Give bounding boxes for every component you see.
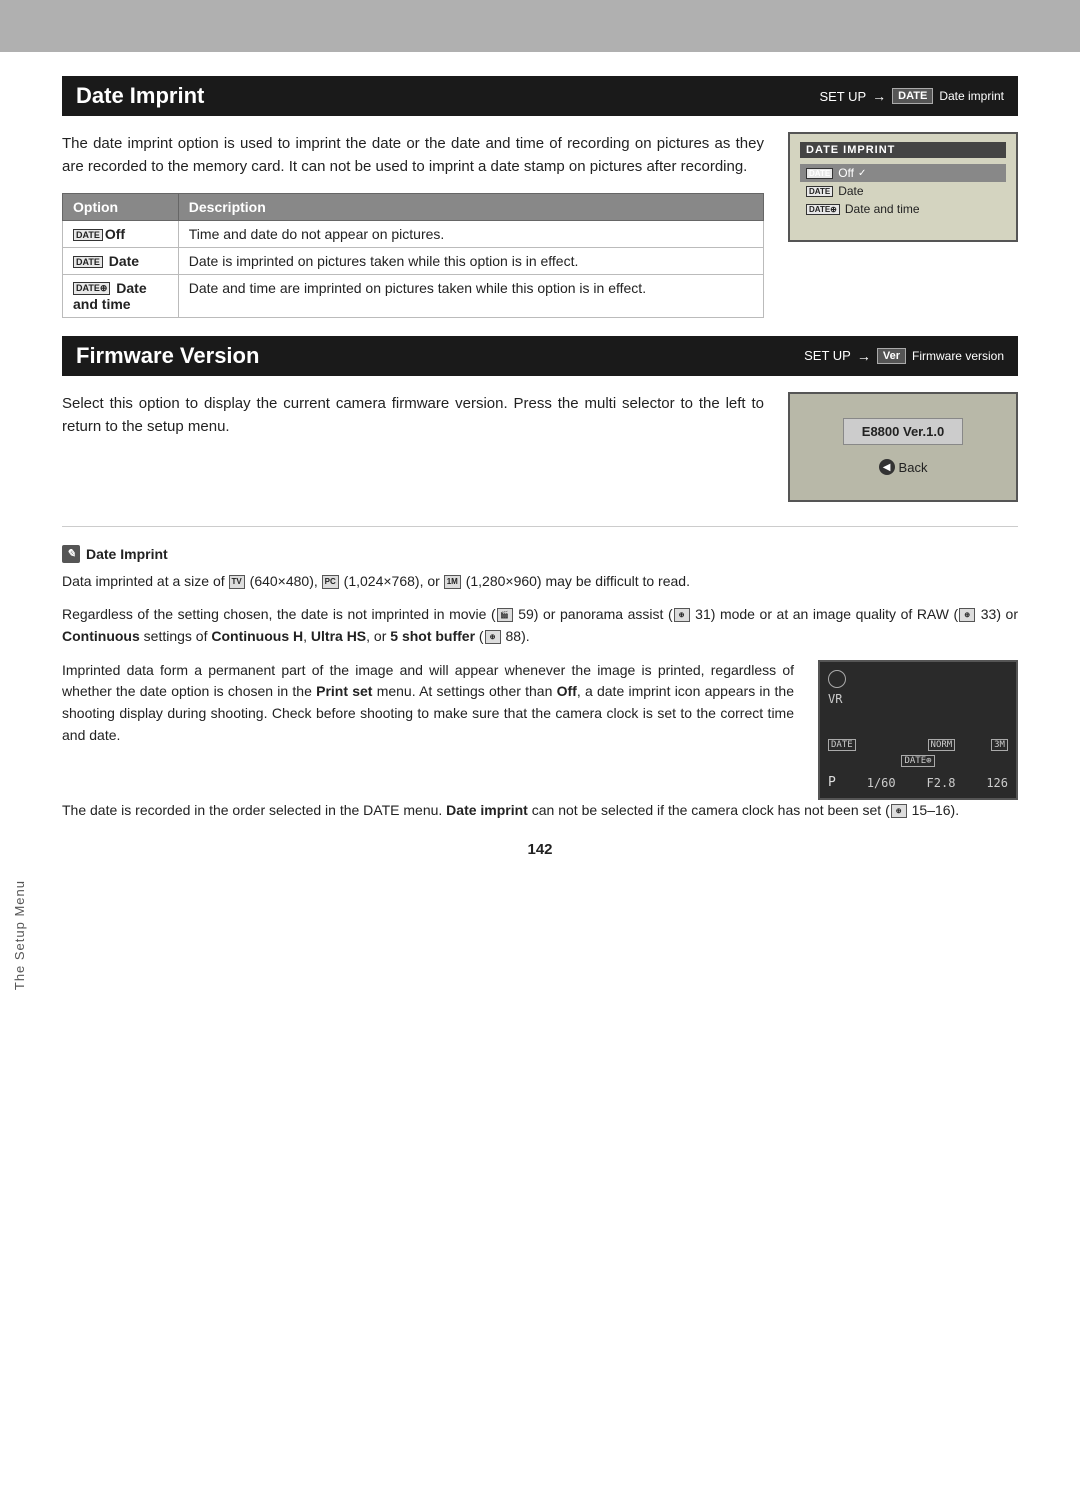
note-title-text: Date Imprint [86,546,168,562]
firmware-version-box: E8800 Ver.1.0 [843,418,963,445]
firmware-description: Select this option to display the curren… [62,392,764,439]
desc-off: Time and date do not appear on pictures. [178,220,763,247]
section-divider [62,526,1018,527]
col-description: Description [178,193,763,220]
bottom-text-area: Imprinted data form a permanent part of … [62,660,794,800]
menu-item-date: DATE Date [800,182,1006,200]
note-section: ✎ Date Imprint Data imprinted at a size … [62,545,1018,822]
buffer-icon: ⊕ [485,630,501,644]
cam-size-badge: 3M [991,739,1008,751]
date-imprint-header: Date Imprint SET UP → DATE Date imprint [62,76,1018,116]
menu-item-datetime: DATE⊕ Date and time [800,200,1006,218]
cam-vr-label: VR [828,692,842,706]
option-date: DATE Date [63,247,179,274]
tv-icon: TV [229,575,245,589]
date-icon-date: DATE [73,256,103,268]
date-icon-off: DATE [73,229,103,241]
note-para-1: Data imprinted at a size of TV (640×480)… [62,571,1018,593]
note-para-2: Regardless of the setting chosen, the da… [62,604,1018,647]
table-row: DATE Date Date is imprinted on pictures … [63,247,764,274]
cam-date-row2: DATE⊕ [828,755,1008,767]
setup-text-1: SET UP [819,89,866,104]
note-para-3: Imprinted data form a permanent part of … [62,660,794,747]
date-imprint-title: Date Imprint [76,83,204,109]
cam-aperture: F2.8 [927,776,956,790]
firmware-screen-panel: E8800 Ver.1.0 ◀ Back [788,392,1018,502]
note-title-row: ✎ Date Imprint [62,545,1018,563]
menu-icon-date: DATE [806,186,833,197]
firmware-title: Firmware Version [76,343,259,369]
firmware-back-button[interactable]: ◀ Back [879,459,928,475]
cam-p-label: P [828,775,836,790]
ref-icon: ⊕ [891,804,907,818]
date-imprint-screen-panel: DATE IMPRINT DATE Off ✓ DATE Date DATE⊕ … [788,132,1018,318]
menu-label-date: Date [838,184,863,198]
date-imprint-setup-badge: SET UP → DATE Date imprint [819,88,1004,104]
option-datetime: DATE⊕ Dateand time [63,274,179,317]
page-number: 142 [62,841,1018,878]
panorama-icon: ⊕ [674,608,690,622]
camera-screen-title: DATE IMPRINT [800,142,1006,158]
cam-shutter: 1/60 [867,776,896,790]
cam-frames: 126 [986,776,1008,790]
setup-text-2: SET UP [804,348,851,363]
cam-date-badge-2: DATE⊕ [901,755,934,767]
table-row: DATE⊕ Dateand time Date and time are imp… [63,274,764,317]
date-badge-box: DATE [892,88,933,104]
firmware-setup-badge: SET UP → Ver Firmware version [804,348,1004,364]
date-imprint-content-row: The date imprint option is used to impri… [62,132,1018,318]
firmware-badge-label: Firmware version [912,349,1004,363]
note-para-4: The date is recorded in the order select… [62,800,1018,822]
bottom-row: Imprinted data form a permanent part of … [62,660,1018,800]
back-arrow-icon: ◀ [879,459,895,475]
firmware-left: Select this option to display the curren… [62,392,764,502]
menu-icon-off: DATE [806,168,833,179]
menu-label-off: Off [838,166,854,180]
1m-icon: 1M [444,575,461,589]
date-badge-label: Date imprint [939,89,1004,103]
firmware-screen: E8800 Ver.1.0 ◀ Back [788,392,1018,502]
desc-datetime: Date and time are imprinted on pictures … [178,274,763,317]
checkmark-off: ✓ [858,168,866,179]
col-option: Option [63,193,179,220]
cam-bottom-values: P 1/60 F2.8 126 [828,775,1008,790]
cam-badge-row: DATE NORM 3M [828,739,1008,751]
note-pencil-icon: ✎ [62,545,80,563]
setup-arrow-2: → [857,348,871,364]
firmware-content-row: Select this option to display the curren… [62,392,1018,502]
cam-norm-badge: NORM [928,739,956,751]
page-container: Date Imprint SET UP → DATE Date imprint … [0,0,1080,1486]
main-content: Date Imprint SET UP → DATE Date imprint … [0,52,1080,908]
setup-arrow-1: → [872,88,886,104]
option-off: DATEOff [63,220,179,247]
camera-date-screen: DATE IMPRINT DATE Off ✓ DATE Date DATE⊕ … [788,132,1018,242]
firmware-header: Firmware Version SET UP → Ver Firmware v… [62,336,1018,376]
cam-vr-row: VR [828,692,1008,706]
table-row: DATEOff Time and date do not appear on p… [63,220,764,247]
cam-circle-icon [828,670,846,688]
raw-icon: ⊕ [959,608,975,622]
firmware-badge-box: Ver [877,348,906,364]
side-label: The Setup Menu [12,880,27,990]
top-bar [0,0,1080,52]
camera-display-mockup: VR DATE NORM 3M DATE⊕ P [818,660,1018,800]
menu-item-off: DATE Off ✓ [800,164,1006,182]
firmware-back-label: Back [899,460,928,475]
menu-label-datetime: Date and time [845,202,920,216]
desc-date: Date is imprinted on pictures taken whil… [178,247,763,274]
movie-icon: 🎬 [497,608,513,622]
options-table: Option Description DATEOff Time and date… [62,193,764,318]
cam-top-row [828,670,1008,688]
date-imprint-description: The date imprint option is used to impri… [62,132,764,179]
menu-icon-datetime: DATE⊕ [806,204,840,215]
date-imprint-left: The date imprint option is used to impri… [62,132,764,318]
cam-date-badge-1: DATE [828,739,856,751]
pc-icon: PC [322,575,339,589]
date-icon-datetime: DATE⊕ [73,282,110,295]
